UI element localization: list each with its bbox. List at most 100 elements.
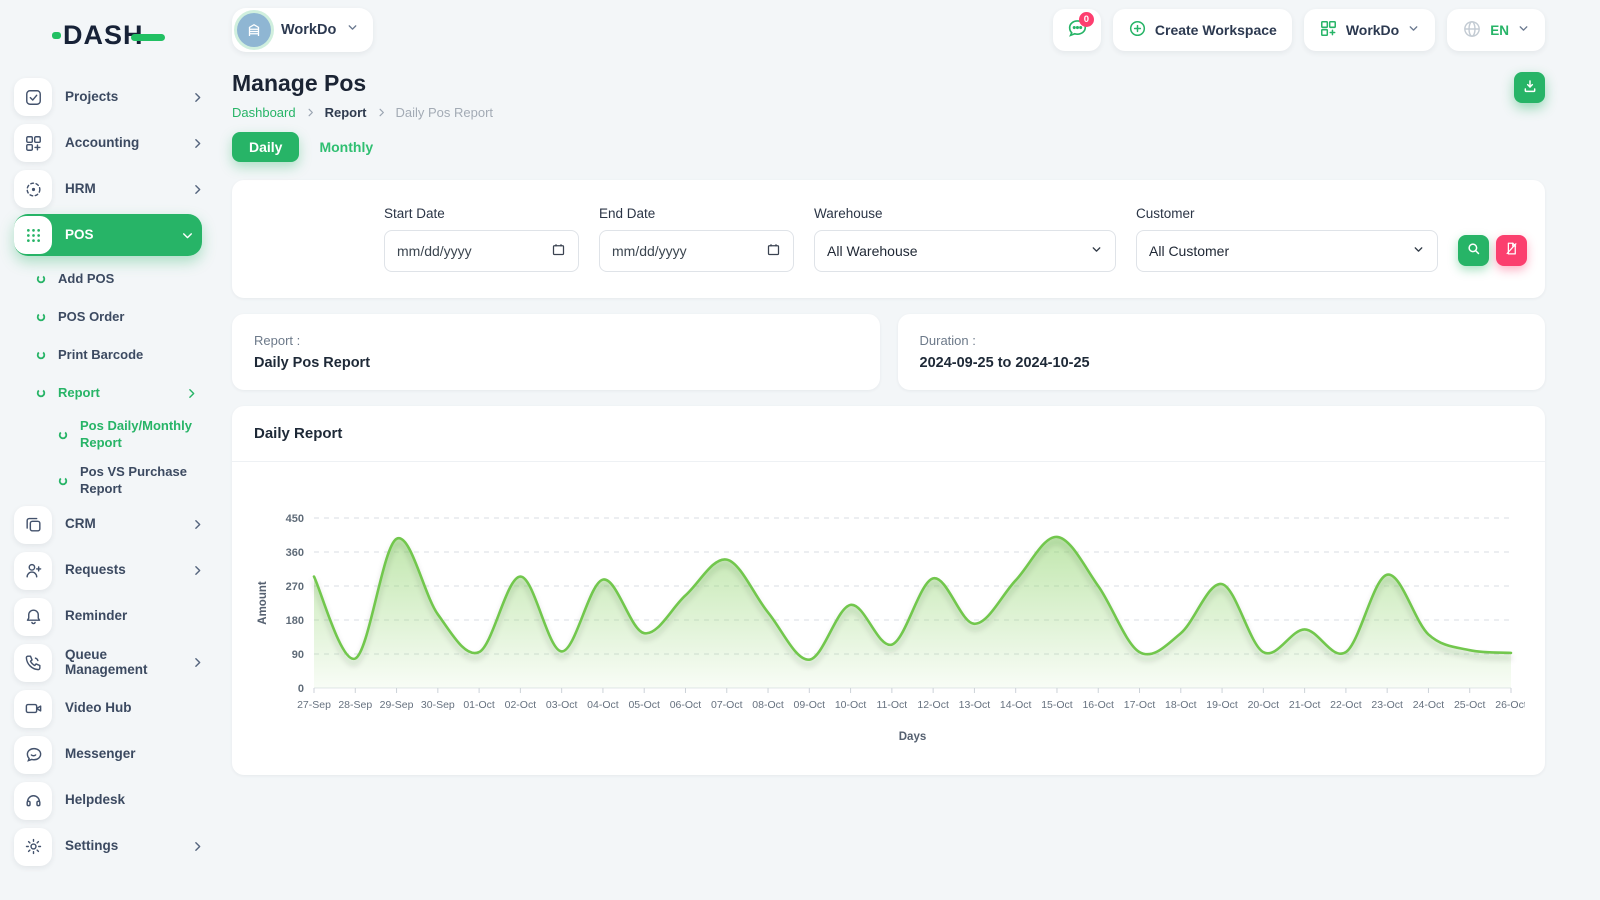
svg-text:27-Sep: 27-Sep [297,699,331,711]
daily-report-area-chart: 09018027036045027-Sep28-Sep29-Sep30-Sep0… [252,476,1525,756]
duration-label: Duration : [920,333,1524,348]
svg-text:24-Oct: 24-Oct [1413,699,1445,711]
sidebar-item-projects[interactable]: Projects [14,76,212,118]
sidebar-item-video-hub[interactable]: Video Hub [14,688,212,730]
bullet-circle-icon [58,476,68,486]
chevron-right-icon [191,91,204,104]
customer-select[interactable]: All Customer [1136,230,1438,272]
calendar-icon [551,242,566,260]
sidebar-item-messenger[interactable]: Messenger [14,734,212,776]
svg-text:11-Oct: 11-Oct [876,699,907,711]
svg-text:29-Sep: 29-Sep [380,699,414,711]
duration-summary-card: Duration : 2024-09-25 to 2024-10-25 [898,314,1546,390]
end-date-input[interactable]: mm/dd/yyyy [599,230,794,272]
tab-daily[interactable]: Daily [232,132,299,162]
sidebar-item-hrm[interactable]: HRM [14,168,212,210]
file-slash-icon [1504,241,1519,259]
svg-text:01-Oct: 01-Oct [463,699,495,711]
warehouse-select[interactable]: All Warehouse [814,230,1116,272]
chevron-right-icon [191,183,204,196]
workspace-switcher[interactable]: WorkDo [1304,9,1435,51]
user-plus-icon [14,552,52,590]
chevron-down-icon [1412,243,1425,259]
svg-text:12-Oct: 12-Oct [917,699,949,711]
export-download-button[interactable] [1514,72,1545,103]
sidebar-item-report[interactable]: Report [36,374,212,412]
svg-text:30-Sep: 30-Sep [421,699,455,711]
sidebar-item-pos-daily-monthly-report[interactable]: Pos Daily/Monthly Report [36,412,212,458]
sidebar-item-pos-vs-purchase-report[interactable]: Pos VS Purchase Report [36,458,212,504]
chevron-down-icon [1090,243,1103,259]
calendar-icon [766,242,781,260]
chevron-right-icon [191,518,204,531]
tab-monthly[interactable]: Monthly [319,139,373,155]
svg-text:04-Oct: 04-Oct [587,699,619,711]
check-square-icon [14,78,52,116]
workspace-pill[interactable]: WorkDo [232,8,373,52]
messages-button[interactable]: 0 [1053,9,1101,51]
svg-text:19-Oct: 19-Oct [1206,699,1238,711]
topbar: WorkDo 0 Create Workspace WorkDo EN [232,8,1545,52]
sidebar-item-crm[interactable]: CRM [14,504,212,546]
svg-text:08-Oct: 08-Oct [752,699,784,711]
svg-text:09-Oct: 09-Oct [794,699,826,711]
dots-grid-icon [14,216,52,254]
sidebar-item-pos[interactable]: POS [14,214,202,256]
chart-title: Daily Report [232,406,1545,462]
logo-dash-accent [131,34,165,41]
gear-icon [14,828,52,866]
svg-text:90: 90 [292,649,304,661]
target-icon [14,170,52,208]
report-label: Report : [254,333,858,348]
svg-text:05-Oct: 05-Oct [628,699,660,711]
svg-text:23-Oct: 23-Oct [1371,699,1403,711]
svg-text:Amount: Amount [257,581,269,625]
report-period-tabs: Daily Monthly [232,132,1545,162]
svg-text:13-Oct: 13-Oct [959,699,991,711]
logo-dot-accent [52,32,61,39]
duration-value: 2024-09-25 to 2024-10-25 [920,355,1524,371]
chevron-right-icon [191,656,204,669]
phone-icon [14,644,52,682]
breadcrumb-dashboard[interactable]: Dashboard [232,105,296,120]
sidebar-nav: Projects Accounting HRM POS Add POS POS … [14,76,212,868]
start-date-field: Start Date mm/dd/yyyy [384,206,579,272]
end-date-label: End Date [599,206,794,221]
app-logo[interactable]: DASH [14,12,212,58]
main-content: WorkDo 0 Create Workspace WorkDo EN [212,0,1600,900]
warehouse-field: Warehouse All Warehouse [814,206,1116,272]
sidebar-item-requests[interactable]: Requests [14,550,212,592]
workspace-avatar [237,13,271,47]
messages-badge: 0 [1079,12,1094,27]
customer-field: Customer All Customer [1136,206,1438,272]
svg-text:26-Oct: 26-Oct [1495,699,1525,711]
reset-filter-button[interactable] [1496,235,1527,266]
svg-text:02-Oct: 02-Oct [505,699,537,711]
download-icon [1522,78,1538,97]
topbar-actions: 0 Create Workspace WorkDo EN [1053,9,1545,51]
sidebar-item-accounting[interactable]: Accounting [14,122,212,164]
start-date-input[interactable]: mm/dd/yyyy [384,230,579,272]
sidebar-item-helpdesk[interactable]: Helpdesk [14,780,212,822]
apply-filter-button[interactable] [1458,235,1489,266]
sidebar-item-reminder[interactable]: Reminder [14,596,212,638]
svg-text:270: 270 [286,581,304,593]
svg-text:180: 180 [286,615,304,627]
chevron-right-icon [191,137,204,150]
svg-text:15-Oct: 15-Oct [1041,699,1073,711]
building-icon [245,21,263,39]
sidebar-item-settings[interactable]: Settings [14,826,212,868]
sidebar-item-print-barcode[interactable]: Print Barcode [36,336,212,374]
svg-text:06-Oct: 06-Oct [670,699,702,711]
create-workspace-button[interactable]: Create Workspace [1113,9,1292,51]
bullet-circle-icon [36,274,46,284]
svg-text:18-Oct: 18-Oct [1165,699,1197,711]
sidebar-item-queue-management[interactable]: Queue Management [14,642,212,684]
sidebar-item-pos-order[interactable]: POS Order [36,298,212,336]
breadcrumb-report[interactable]: Report [325,105,367,120]
daily-report-card: Daily Report 09018027036045027-Sep28-Sep… [232,406,1545,775]
language-selector[interactable]: EN [1447,9,1545,51]
filter-actions [1458,235,1527,266]
svg-text:25-Oct: 25-Oct [1454,699,1486,711]
sidebar-item-add-pos[interactable]: Add POS [36,260,212,298]
